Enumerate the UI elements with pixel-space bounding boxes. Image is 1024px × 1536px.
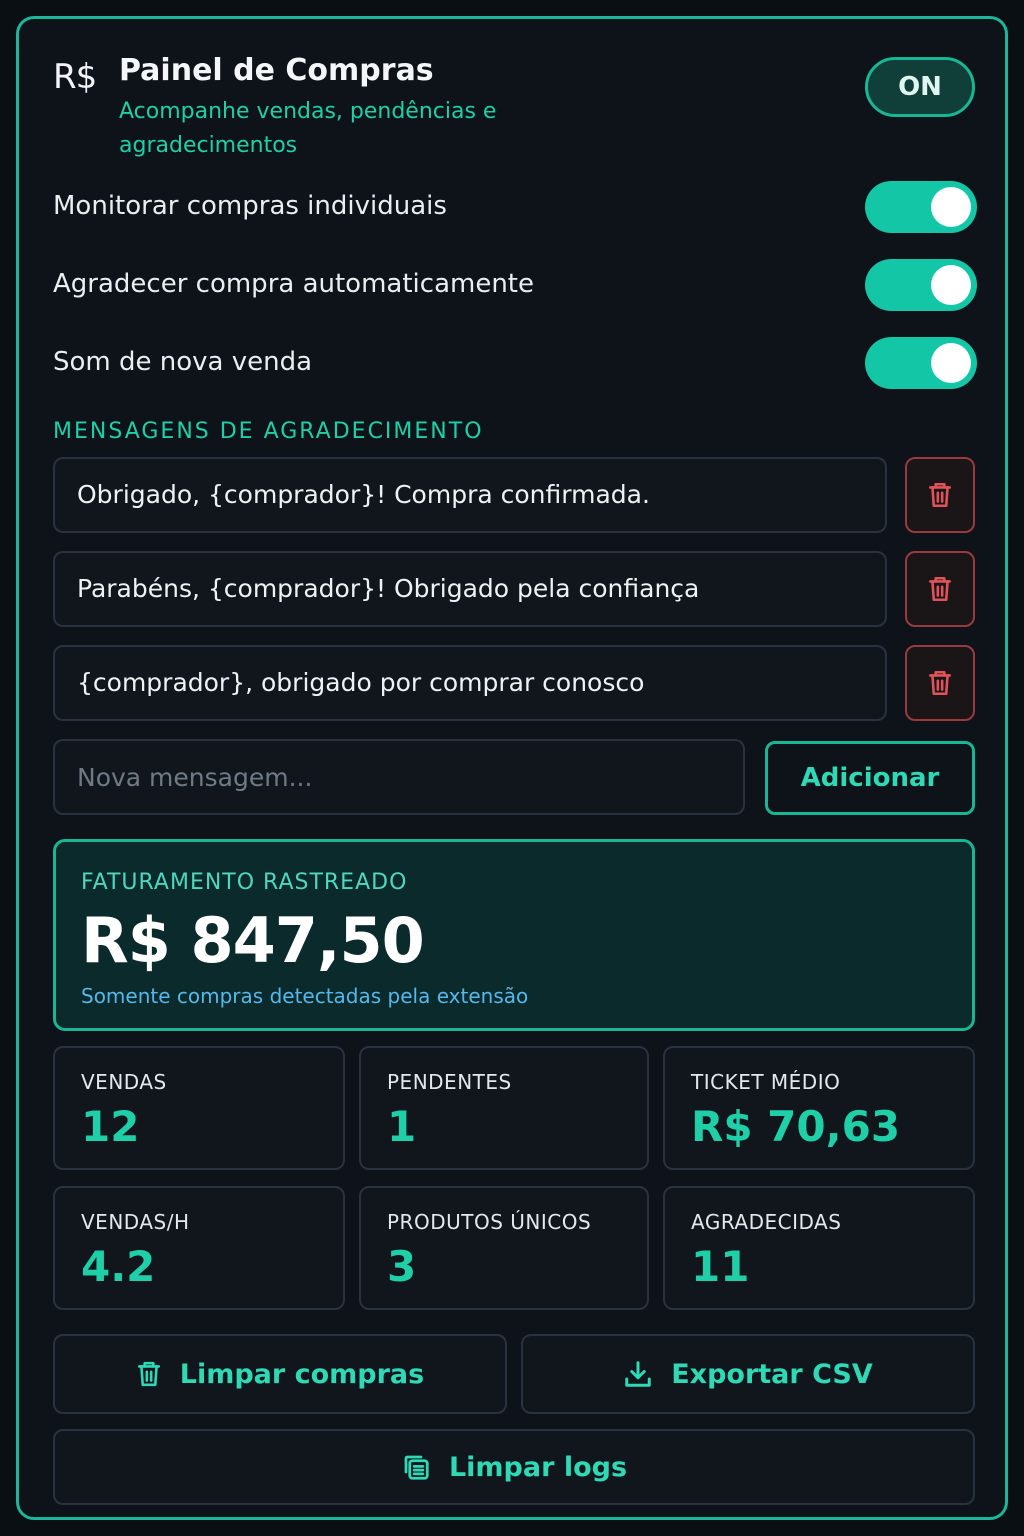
stat-value: R$ 70,63: [691, 1102, 901, 1151]
revenue-value: R$ 847,50: [81, 904, 425, 977]
stat-card-sales: VENDAS 12: [53, 1046, 345, 1170]
revenue-card: FATURAMENTO RASTREADO R$ 847,50 Somente …: [53, 839, 975, 1031]
clear-logs-button[interactable]: Limpar logs: [53, 1429, 975, 1505]
delete-message-button[interactable]: [905, 551, 975, 627]
export-csv-button[interactable]: Exportar CSV: [521, 1334, 975, 1414]
stat-label: VENDAS/H: [81, 1210, 190, 1234]
toggle-row-sound: Som de nova venda: [53, 337, 977, 393]
toggle-knob: [931, 265, 971, 305]
export-csv-label: Exportar CSV: [671, 1358, 873, 1390]
trash-icon: [929, 670, 951, 696]
messages-section-title: MENSAGENS DE AGRADECIMENTO: [53, 419, 484, 444]
copy-icon: [404, 1455, 429, 1480]
delete-message-button[interactable]: [905, 457, 975, 533]
currency-logo: R$: [53, 57, 97, 97]
revenue-label: FATURAMENTO RASTREADO: [81, 870, 408, 895]
delete-message-button[interactable]: [905, 645, 975, 721]
stat-value: 3: [387, 1242, 417, 1291]
monitor-purchases-toggle[interactable]: [865, 181, 977, 233]
message-field[interactable]: Obrigado, {comprador}! Compra confirmada…: [53, 457, 887, 533]
stat-value: 4.2: [81, 1242, 156, 1291]
toggle-label: Agradecer compra automaticamente: [53, 269, 534, 299]
stat-label: TICKET MÉDIO: [691, 1070, 841, 1094]
toggle-row-auto-thank: Agradecer compra automaticamente: [53, 259, 977, 315]
panel-subtitle: Acompanhe vendas, pendências e agradecim…: [119, 99, 497, 158]
auto-thank-toggle[interactable]: [865, 259, 977, 311]
download-icon: [625, 1361, 651, 1387]
clear-purchases-label: Limpar compras: [179, 1358, 425, 1390]
toggle-row-monitor: Monitorar compras individuais: [53, 181, 977, 237]
stat-value: 1: [387, 1102, 417, 1151]
toggle-knob: [931, 343, 971, 383]
new-message-input[interactable]: [53, 739, 745, 815]
power-toggle-button[interactable]: ON: [865, 57, 975, 117]
stat-value: 12: [81, 1102, 140, 1151]
toggle-label: Monitorar compras individuais: [53, 191, 447, 221]
trash-icon: [929, 482, 951, 508]
clear-logs-label: Limpar logs: [448, 1451, 628, 1483]
purchases-panel: R$ Painel de Compras Acompanhe vendas, p…: [16, 16, 1008, 1520]
stat-value: 11: [691, 1242, 750, 1291]
stat-label: AGRADECIDAS: [691, 1210, 842, 1234]
message-field[interactable]: {comprador}, obrigado por comprar conosc…: [53, 645, 887, 721]
toggle-knob: [931, 187, 971, 227]
stat-card-pending: PENDENTES 1: [359, 1046, 649, 1170]
panel-title: Painel de Compras: [119, 53, 434, 88]
stat-label: PRODUTOS ÚNICOS: [387, 1210, 592, 1234]
stat-label: PENDENTES: [387, 1070, 512, 1094]
message-field[interactable]: Parabéns, {comprador}! Obrigado pela con…: [53, 551, 887, 627]
add-message-button[interactable]: Adicionar: [765, 741, 975, 815]
stat-card-sales-per-hour: VENDAS/H 4.2: [53, 1186, 345, 1310]
new-sale-sound-toggle[interactable]: [865, 337, 977, 389]
trash-icon: [137, 1361, 160, 1387]
message-row: {comprador}, obrigado por comprar conosc…: [53, 645, 975, 723]
clear-purchases-button[interactable]: Limpar compras: [53, 1334, 507, 1414]
message-row: Obrigado, {comprador}! Compra confirmada…: [53, 457, 975, 535]
stat-label: VENDAS: [81, 1070, 167, 1094]
trash-icon: [929, 576, 951, 602]
message-row: Parabéns, {comprador}! Obrigado pela con…: [53, 551, 975, 629]
stat-card-average-ticket: TICKET MÉDIO R$ 70,63: [663, 1046, 975, 1170]
revenue-note: Somente compras detectadas pela extensão: [81, 984, 529, 1008]
stat-card-thanked: AGRADECIDAS 11: [663, 1186, 975, 1310]
toggle-label: Som de nova venda: [53, 347, 313, 377]
stat-card-unique-products: PRODUTOS ÚNICOS 3: [359, 1186, 649, 1310]
